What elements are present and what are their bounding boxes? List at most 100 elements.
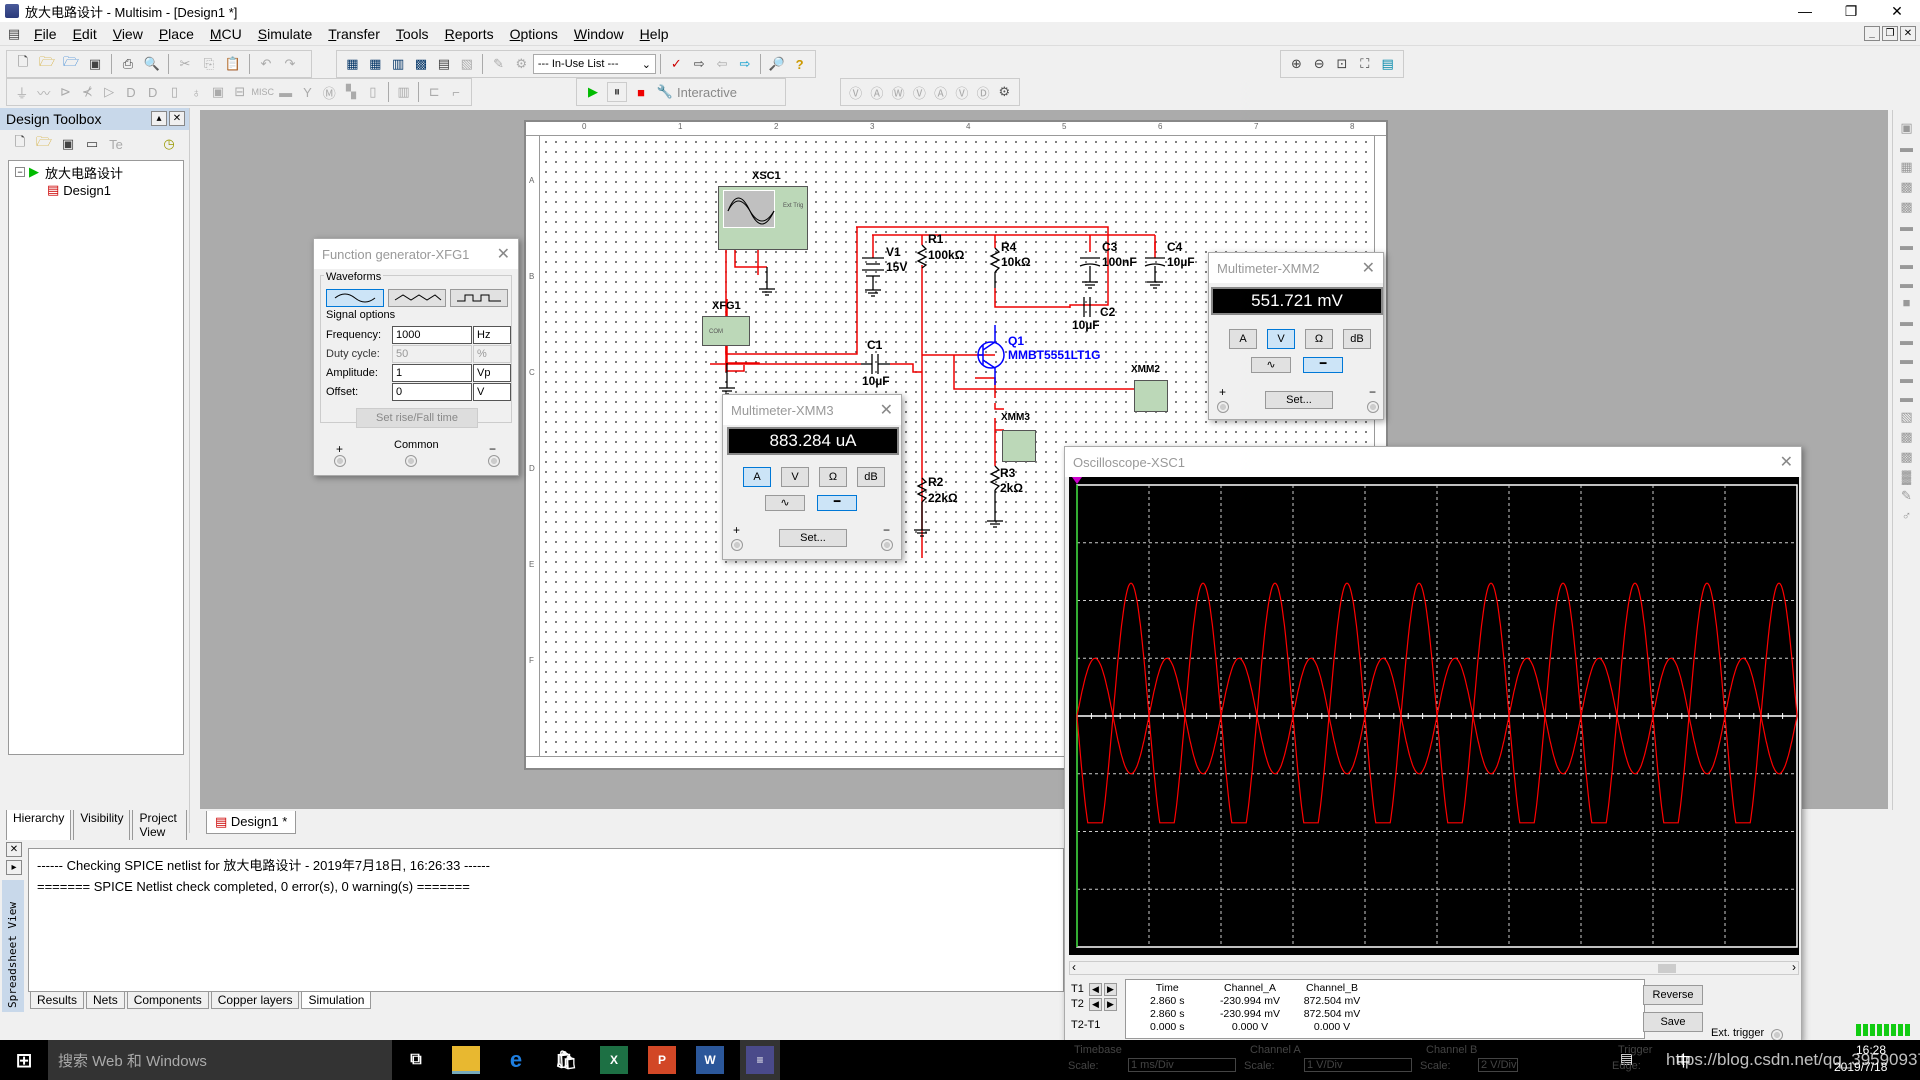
- task-view-icon[interactable]: ⧉: [402, 1046, 430, 1074]
- component-wizard-icon[interactable]: ▧: [457, 54, 476, 74]
- close-icon[interactable]: ✕: [1780, 452, 1793, 472]
- notification-icon[interactable]: ▤: [1620, 1050, 1633, 1067]
- postprocessor-icon[interactable]: ▩: [412, 54, 431, 74]
- amplitude-input[interactable]: 1: [392, 364, 472, 382]
- cut-icon[interactable]: ✂: [175, 54, 195, 74]
- t2-right-arrow-button[interactable]: ▶: [1104, 998, 1117, 1011]
- function-generator-instrument-icon[interactable]: ▬: [1900, 140, 1913, 155]
- file-explorer-icon[interactable]: [452, 1046, 480, 1074]
- logic-converter-icon[interactable]: ▬: [1900, 276, 1913, 291]
- new-design-icon[interactable]: 🗋: [10, 134, 30, 154]
- stop-simulation-icon[interactable]: ■: [631, 82, 651, 102]
- spreadsheet-expand-button[interactable]: ▸: [6, 860, 22, 875]
- menu-help[interactable]: Help: [632, 26, 677, 42]
- place-mixed-icon[interactable]: ⊟: [231, 82, 249, 102]
- ac-coupling-button[interactable]: ∿: [1251, 357, 1291, 373]
- open-sample-icon[interactable]: 🗁: [61, 54, 81, 74]
- print-preview-icon[interactable]: 🔍: [142, 54, 162, 74]
- place-ttl-icon[interactable]: D: [122, 82, 140, 102]
- oscilloscope-titlebar[interactable]: Oscilloscope-XSC1 ✕: [1065, 447, 1801, 477]
- amplitude-unit-select[interactable]: Vp: [473, 364, 511, 382]
- new-icon[interactable]: 🗋: [13, 54, 33, 74]
- horizontal-scrollbar[interactable]: ‹ ›: [1069, 960, 1799, 975]
- dc-coupling-button[interactable]: ━: [1303, 357, 1343, 373]
- store-icon[interactable]: 🛍: [552, 1046, 580, 1074]
- zoom-fit-icon[interactable]: ⛶: [1355, 54, 1374, 74]
- close-button[interactable]: ✕: [1874, 0, 1920, 22]
- multimeter-instrument-icon[interactable]: ▣: [1900, 120, 1912, 136]
- find-examples-icon[interactable]: 🔎: [767, 54, 786, 74]
- toggle-spreadsheet-icon[interactable]: ▦: [366, 54, 385, 74]
- spectrum-analyzer-icon[interactable]: ▬: [1900, 352, 1913, 367]
- undo-icon[interactable]: ↶: [256, 54, 276, 74]
- probe-settings-icon[interactable]: ⚙: [996, 82, 1013, 102]
- in-use-list-dropdown[interactable]: --- In-Use List --- ⌄: [532, 54, 656, 74]
- copy-icon[interactable]: ⎘: [199, 54, 219, 74]
- ohmmeter-mode-button[interactable]: Ω: [819, 467, 847, 487]
- edge-icon[interactable]: e: [502, 1046, 530, 1074]
- zoom-in-icon[interactable]: ⊕: [1287, 54, 1306, 74]
- voltmeter-mode-button[interactable]: V: [1267, 329, 1295, 349]
- set-button[interactable]: Set...: [779, 529, 847, 547]
- oscilloscope-xsc1-symbol[interactable]: Ext Trig: [718, 186, 808, 250]
- tab-project-view[interactable]: Project View: [132, 810, 187, 841]
- menu-edit[interactable]: Edit: [65, 26, 105, 42]
- agilent-multimeter-icon[interactable]: ▧: [1900, 409, 1912, 425]
- place-connector-icon[interactable]: ▚: [342, 82, 360, 102]
- menu-file[interactable]: File: [26, 26, 65, 42]
- digital-probe-icon[interactable]: Ⓓ: [975, 82, 992, 102]
- triangle-wave-button[interactable]: [388, 289, 446, 307]
- tree-item-design[interactable]: ▤ Design1: [9, 181, 183, 199]
- db-mode-button[interactable]: dB: [857, 467, 885, 487]
- document-icon[interactable]: ▤: [4, 24, 24, 44]
- ni-elvis-icon[interactable]: ✎: [1901, 488, 1912, 504]
- current-clamp-icon[interactable]: ♂: [1902, 508, 1912, 523]
- multimeter-xmm3-symbol[interactable]: [1002, 430, 1036, 462]
- taskbar-search-box[interactable]: 搜索 Web 和 Windows: [48, 1040, 392, 1080]
- plus-terminal[interactable]: [1217, 401, 1229, 413]
- close-icon[interactable]: ✕: [497, 244, 510, 264]
- diff-voltage-probe-icon[interactable]: Ⓥ: [911, 82, 928, 102]
- excel-icon[interactable]: X: [600, 1046, 628, 1074]
- place-misc-digital-icon[interactable]: ▣: [209, 82, 227, 102]
- transfer-to-ultiboard-icon[interactable]: ⇨: [690, 54, 709, 74]
- rename-icon[interactable]: Te: [106, 134, 126, 154]
- ammeter-mode-button[interactable]: A: [1229, 329, 1257, 349]
- tree-item-project[interactable]: − ▶ 放大电路设计: [9, 163, 183, 181]
- four-channel-oscilloscope-icon[interactable]: ▩: [1900, 199, 1912, 215]
- agilent-function-generator-icon[interactable]: ▬: [1900, 390, 1913, 405]
- network-analyzer-icon[interactable]: ▬: [1900, 371, 1913, 386]
- frequency-input[interactable]: 1000: [392, 326, 472, 344]
- mdi-minimize-button[interactable]: _: [1864, 26, 1880, 41]
- labview-instruments-icon[interactable]: ▓: [1902, 469, 1911, 484]
- menu-tools[interactable]: Tools: [388, 26, 437, 42]
- plus-terminal[interactable]: [334, 455, 346, 467]
- tektronix-oscilloscope-icon[interactable]: ▩: [1900, 449, 1912, 465]
- oscilloscope-instrument-icon[interactable]: ▩: [1900, 179, 1912, 195]
- place-mcu-icon[interactable]: ▯: [166, 82, 184, 102]
- spreadsheet-close-button[interactable]: ✕: [6, 842, 22, 857]
- place-mcu-module-icon[interactable]: ▯: [364, 82, 382, 102]
- offset-input[interactable]: 0: [392, 383, 472, 401]
- print-icon[interactable]: ⎙: [118, 54, 138, 74]
- menu-window[interactable]: Window: [566, 26, 632, 42]
- toggle-db-manager-icon[interactable]: ▥: [389, 54, 408, 74]
- save-icon[interactable]: ▣: [85, 54, 105, 74]
- close-icon[interactable]: ✕: [1362, 258, 1375, 278]
- sine-wave-button[interactable]: [326, 289, 384, 307]
- place-rf-icon[interactable]: Y: [299, 82, 317, 102]
- t1-right-arrow-button[interactable]: ▶: [1104, 983, 1117, 996]
- history-icon[interactable]: ◷: [159, 134, 179, 154]
- word-generator-icon[interactable]: ▬: [1900, 257, 1913, 272]
- save-button[interactable]: Save: [1643, 1012, 1703, 1032]
- place-indicator-icon[interactable]: MISC: [252, 82, 275, 102]
- tab-design1[interactable]: ▤ Design1 *: [206, 811, 297, 834]
- menu-options[interactable]: Options: [502, 26, 566, 42]
- word-icon[interactable]: W: [696, 1046, 724, 1074]
- close-icon[interactable]: ✕: [880, 400, 893, 420]
- function-generator-titlebar[interactable]: Function generator-XFG1 ✕: [314, 239, 518, 269]
- ac-coupling-button[interactable]: ∿: [765, 495, 805, 511]
- open-icon[interactable]: 🗁: [37, 54, 57, 74]
- distortion-analyzer-icon[interactable]: ▬: [1900, 333, 1913, 348]
- t2-left-arrow-button[interactable]: ◀: [1089, 998, 1102, 1011]
